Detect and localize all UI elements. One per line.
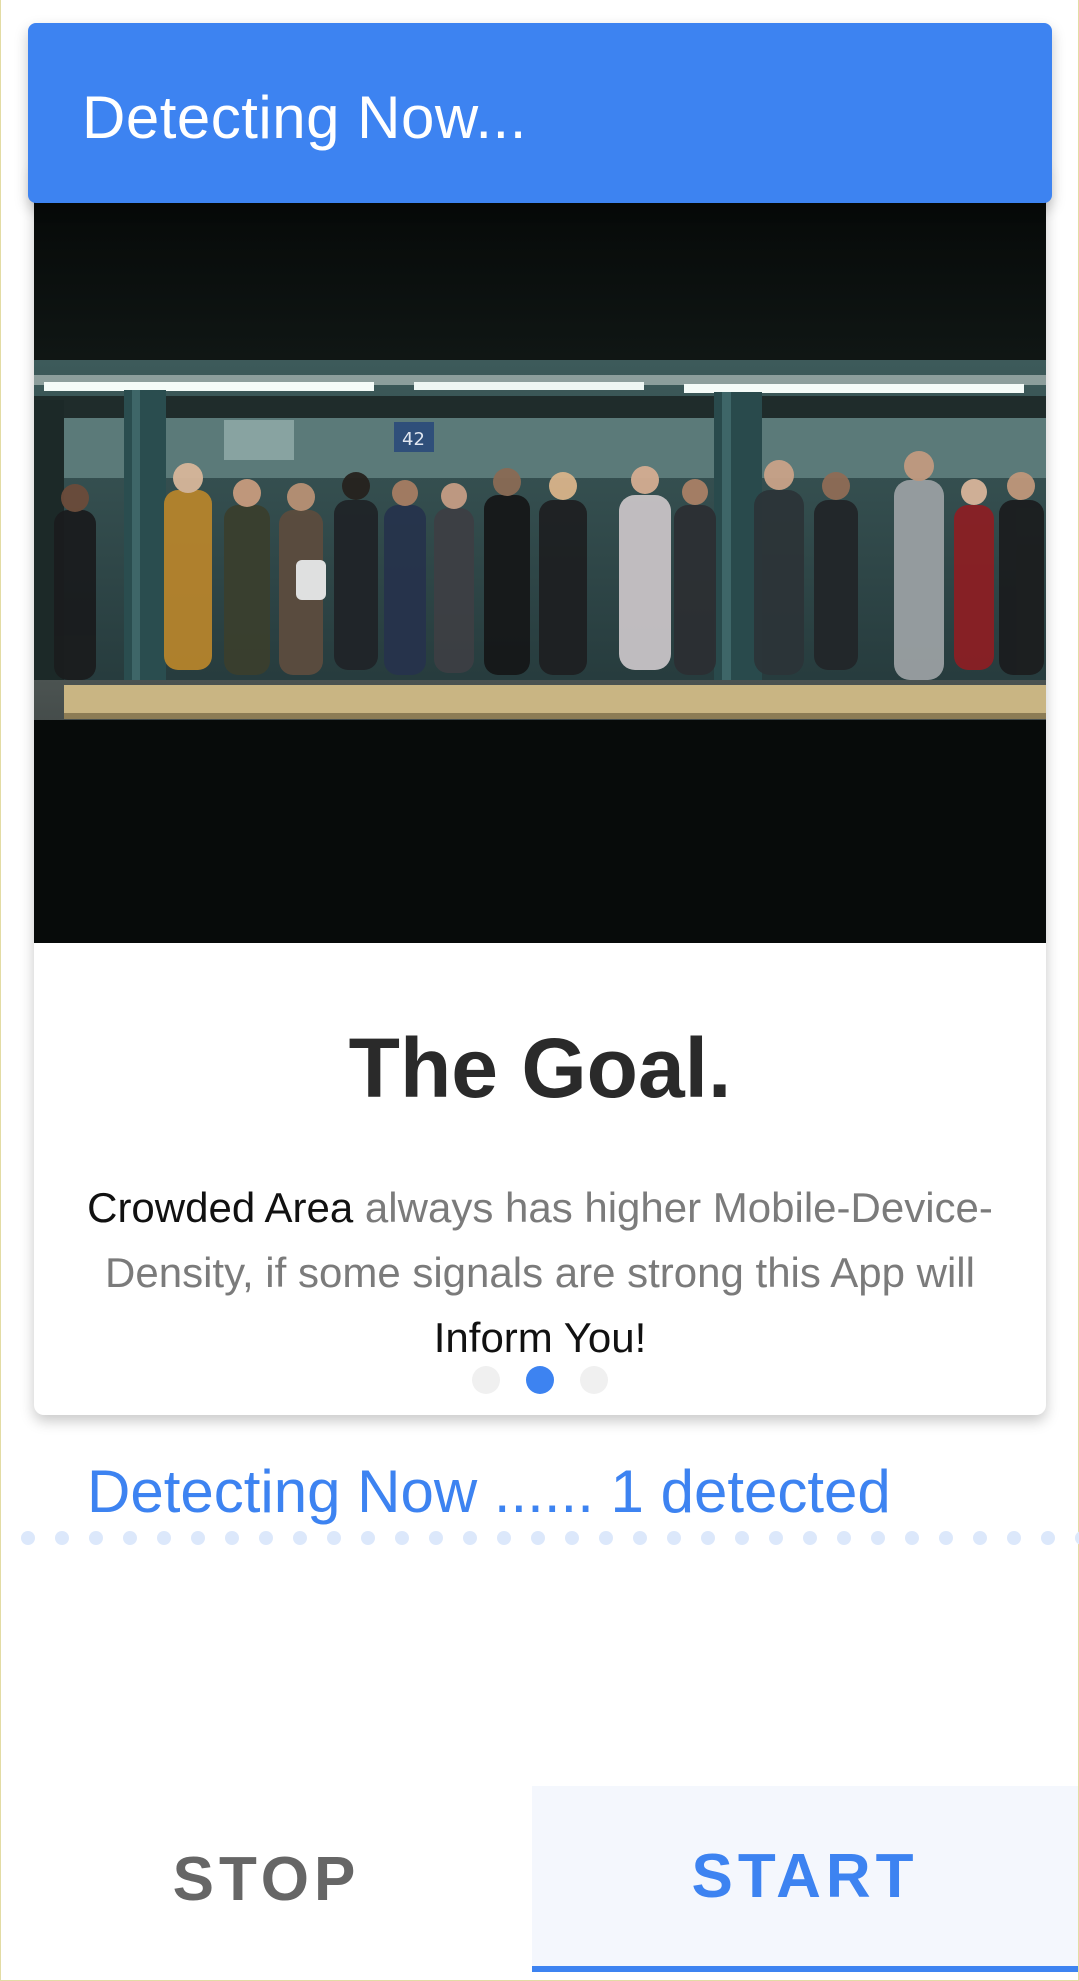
progress-dot xyxy=(157,1531,171,1545)
platform-number-sign: 42 xyxy=(402,429,425,450)
card-title: The Goal. xyxy=(348,1021,732,1115)
page-indicator-dot-1[interactable] xyxy=(472,1366,500,1394)
progress-dot xyxy=(769,1531,783,1545)
progress-dot xyxy=(735,1531,749,1545)
progress-dot xyxy=(1075,1531,1079,1545)
stop-button[interactable]: STOP xyxy=(1,1786,532,1972)
progress-dot xyxy=(701,1531,715,1545)
progress-dot xyxy=(1041,1531,1055,1545)
progress-dot xyxy=(327,1531,341,1545)
progress-dot xyxy=(463,1531,477,1545)
description-highlight-inform-you: Inform You! xyxy=(433,1314,647,1361)
progress-dot xyxy=(429,1531,443,1545)
card-description: Crowded Area always has higher Mobile-De… xyxy=(84,1175,996,1370)
progress-dot xyxy=(939,1531,953,1545)
app-bar: Detecting Now... xyxy=(28,23,1052,203)
progress-dot xyxy=(225,1531,239,1545)
progress-dot xyxy=(191,1531,205,1545)
intro-card[interactable]: 42 The Goal. Crowded Area always has hig… xyxy=(34,160,1046,1415)
page-indicator-dot-2[interactable] xyxy=(526,1366,554,1394)
progress-dot xyxy=(667,1531,681,1545)
progress-dot xyxy=(871,1531,885,1545)
progress-dot xyxy=(259,1531,273,1545)
progress-dot xyxy=(599,1531,613,1545)
progress-dot xyxy=(395,1531,409,1545)
progress-dot xyxy=(905,1531,919,1545)
progress-dot xyxy=(21,1531,35,1545)
page-indicator-dot-3[interactable] xyxy=(580,1366,608,1394)
progress-dot xyxy=(633,1531,647,1545)
progress-dot xyxy=(293,1531,307,1545)
page-indicator xyxy=(34,1366,1046,1394)
progress-dot xyxy=(1007,1531,1021,1545)
detection-status: Detecting Now ...... 1 detected xyxy=(87,1458,891,1525)
progress-dot xyxy=(803,1531,817,1545)
progress-dot xyxy=(531,1531,545,1545)
progress-dot xyxy=(837,1531,851,1545)
progress-dot xyxy=(89,1531,103,1545)
description-highlight-crowded-area: Crowded Area xyxy=(87,1184,354,1231)
progress-dots xyxy=(21,1531,1079,1545)
progress-dot xyxy=(361,1531,375,1545)
crowded-platform-photo: 42 xyxy=(34,160,1046,943)
start-button[interactable]: START xyxy=(532,1786,1078,1972)
progress-dot xyxy=(973,1531,987,1545)
progress-dot xyxy=(123,1531,137,1545)
bottom-action-bar: STOP START xyxy=(1,1786,1078,1972)
progress-dot xyxy=(565,1531,579,1545)
progress-dot xyxy=(55,1531,69,1545)
app-bar-title: Detecting Now... xyxy=(82,84,527,151)
progress-dot xyxy=(497,1531,511,1545)
